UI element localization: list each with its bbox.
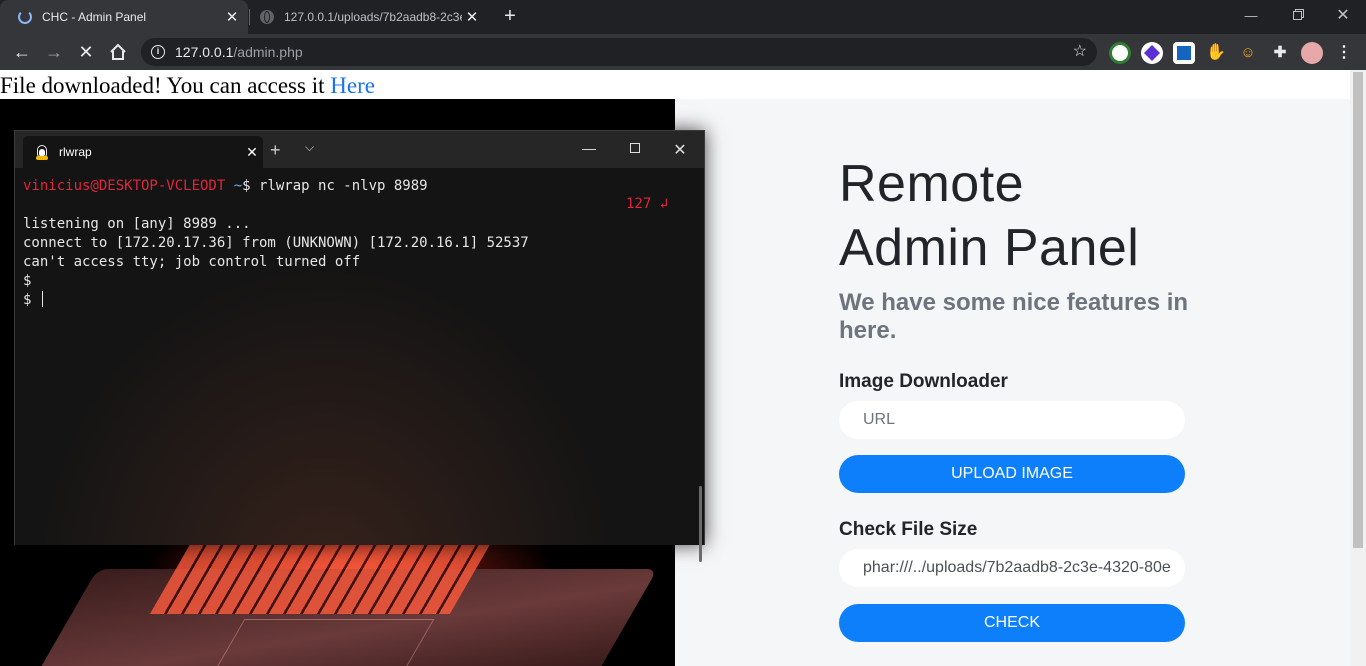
- close-tab-icon[interactable]: ✕: [462, 8, 482, 26]
- green-circle-extension-icon[interactable]: [1109, 42, 1131, 64]
- tab-admin-panel[interactable]: CHC - Admin Panel ✕: [0, 0, 248, 34]
- globe-icon: [260, 10, 274, 24]
- linux-penguin-icon: [35, 144, 49, 160]
- terminal-prompt-line: vinicius@DESKTOP-VCLEODT ~$ rlwrap nc -n…: [23, 177, 428, 196]
- profile-avatar[interactable]: [1301, 42, 1323, 64]
- red-hand-extension-icon[interactable]: ✋: [1205, 42, 1227, 64]
- loading-spinner-icon: [18, 10, 32, 24]
- terminal-scrollbar[interactable]: [699, 486, 702, 562]
- site-info-icon[interactable]: i: [151, 45, 165, 59]
- minimize-window-button[interactable]: —: [1228, 3, 1274, 29]
- address-url: 127.0.0.1/admin.php: [175, 44, 303, 60]
- download-message: File downloaded! You can access it Here: [0, 73, 375, 99]
- terminal-tab[interactable]: rlwrap ✕: [23, 136, 263, 168]
- browser-tab-strip: CHC - Admin Panel ✕ 127.0.0.1/uploads/7b…: [0, 0, 1366, 34]
- new-terminal-tab-icon[interactable]: +: [270, 140, 281, 161]
- page-title: Remote Admin Panel: [839, 152, 1139, 280]
- terminal-line: connect to [172.20.17.36] from (UNKNOWN)…: [23, 235, 529, 251]
- tab-separator: [249, 9, 250, 25]
- page-title-line1: Remote: [839, 155, 1025, 213]
- terminal-line: listening on [any] 8989 ...: [23, 216, 251, 232]
- menu-kebab-icon[interactable]: ⋮: [1333, 42, 1355, 64]
- laptop-trackpad: [215, 619, 435, 666]
- back-arrow-icon[interactable]: ←: [9, 39, 35, 65]
- terminal-minimize-button[interactable]: —: [579, 140, 599, 156]
- puzzle-icon[interactable]: ✚: [1269, 42, 1291, 64]
- chevron-down-icon[interactable]: ⌵: [305, 140, 314, 155]
- here-link[interactable]: Here: [330, 73, 375, 98]
- check-button[interactable]: CHECK: [839, 604, 1185, 642]
- address-bar[interactable]: i 127.0.0.1/admin.php ☆: [141, 38, 1097, 66]
- url-input[interactable]: URL: [839, 401, 1185, 439]
- page-subtitle: We have some nice features in here.: [839, 289, 1189, 344]
- terminal-titlebar[interactable]: rlwrap ✕ + ⌵ — ✕: [15, 131, 704, 168]
- home-icon[interactable]: [105, 39, 131, 65]
- tab-title: CHC - Admin Panel: [42, 10, 147, 24]
- terminal-close-button[interactable]: ✕: [670, 140, 690, 160]
- new-tab-button[interactable]: +: [498, 4, 522, 28]
- terminal-line: $: [23, 273, 32, 289]
- admin-panel: Remote Admin Panel We have some nice fea…: [675, 99, 1350, 666]
- exit-status: 127 ↲: [626, 196, 669, 212]
- terminal-line: can't access tty; job control turned off: [23, 254, 361, 270]
- file-path-input[interactable]: phar:///../uploads/7b2aadb8-2c3e-4320-80…: [839, 549, 1185, 587]
- close-tab-icon[interactable]: ✕: [222, 8, 242, 26]
- download-message-text: File downloaded! You can access it: [0, 73, 331, 98]
- text-cursor: [41, 291, 43, 307]
- laptop-keyboard: [149, 544, 491, 614]
- tab-title: 127.0.0.1/uploads/7b2aadb8-2c3e-4320-80e: [284, 10, 462, 24]
- purple-diamond-extension-icon[interactable]: [1141, 42, 1163, 64]
- blue-square-extension-icon[interactable]: [1173, 42, 1195, 64]
- terminal-line: $: [23, 292, 40, 308]
- prompt-path: ~: [225, 178, 243, 194]
- terminal-output[interactable]: vinicius@DESKTOP-VCLEODT ~$ rlwrap nc -n…: [15, 168, 704, 562]
- terminal-command: $ rlwrap nc -nlvp 8989: [242, 178, 428, 194]
- tab-uploads[interactable]: 127.0.0.1/uploads/7b2aadb8-2c3e-4320-80e…: [252, 0, 488, 34]
- forward-arrow-icon[interactable]: →: [41, 39, 67, 65]
- image-downloader-label: Image Downloader: [839, 371, 1008, 392]
- page-scrollbar[interactable]: [1350, 70, 1366, 666]
- page-scrollbar-thumb[interactable]: [1353, 72, 1363, 548]
- face-extension-icon[interactable]: ☺: [1237, 42, 1259, 64]
- bookmark-star-icon[interactable]: ☆: [1073, 41, 1087, 61]
- terminal-window[interactable]: rlwrap ✕ + ⌵ — ✕ vinicius@DESKTOP-VCLEOD…: [14, 130, 705, 562]
- upload-image-button[interactable]: UPLOAD IMAGE: [839, 455, 1185, 493]
- close-window-button[interactable]: ✕: [1320, 3, 1366, 29]
- page-title-line2: Admin Panel: [839, 219, 1140, 277]
- stop-loading-icon[interactable]: ✕: [73, 39, 99, 65]
- close-terminal-tab-icon[interactable]: ✕: [241, 144, 263, 161]
- restore-window-button[interactable]: [1274, 3, 1320, 29]
- browser-toolbar: ← → ✕ i 127.0.0.1/admin.php ☆ ✋ ☺ ✚ ⋮: [0, 34, 1366, 70]
- prompt-user: vinicius@DESKTOP-VCLEODT: [23, 178, 226, 194]
- terminal-input-line[interactable]: $: [23, 291, 43, 310]
- check-file-size-label: Check File Size: [839, 519, 978, 540]
- terminal-maximize-button[interactable]: [625, 140, 645, 156]
- terminal-tab-title: rlwrap: [59, 145, 92, 159]
